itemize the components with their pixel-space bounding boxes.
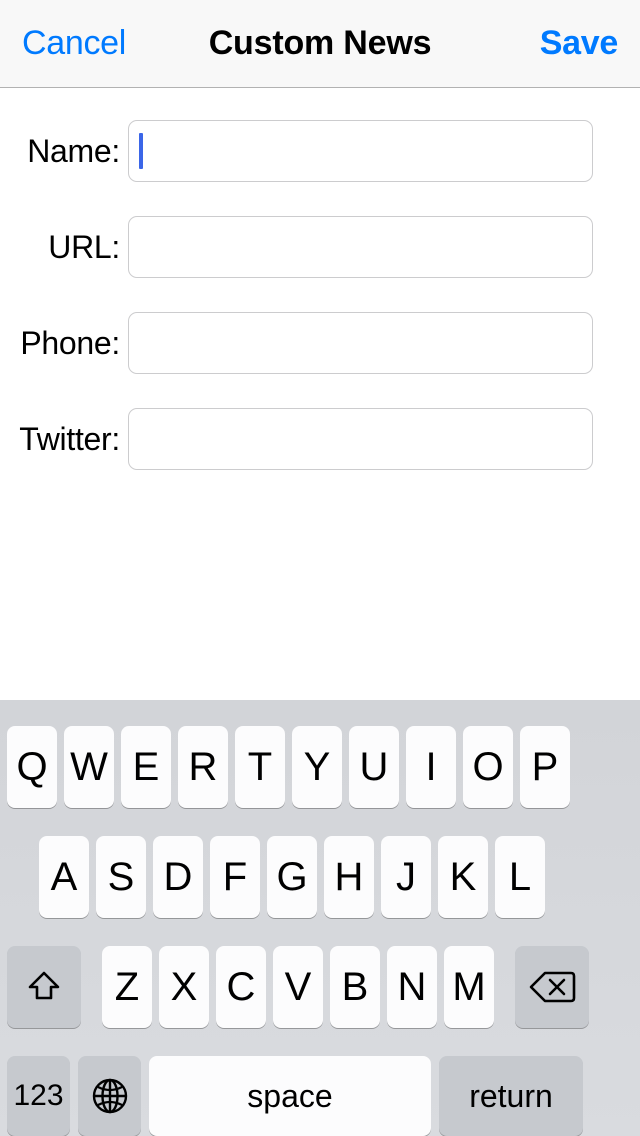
navigation-bar: Cancel Custom News Save [0, 0, 640, 88]
save-button[interactable]: Save [540, 24, 619, 63]
form-row-phone: Phone: [0, 312, 640, 374]
text-cursor [139, 133, 143, 169]
key-B[interactable]: B [330, 946, 380, 1028]
delete-key[interactable] [515, 946, 589, 1028]
shift-key[interactable] [7, 946, 81, 1028]
key-O[interactable]: O [463, 726, 513, 808]
name-input[interactable] [128, 120, 593, 182]
globe-language-icon [88, 1074, 132, 1118]
key-N[interactable]: N [387, 946, 437, 1028]
key-D[interactable]: D [153, 836, 203, 918]
numbers-key[interactable]: 123 [7, 1056, 70, 1136]
key-K[interactable]: K [438, 836, 488, 918]
space-key[interactable]: space [149, 1056, 431, 1136]
key-L[interactable]: L [495, 836, 545, 918]
key-E[interactable]: E [121, 726, 171, 808]
keyboard-row-4: 123 space return [0, 1056, 640, 1136]
keyboard-row-3: Z X C V B N M [0, 946, 640, 1028]
key-J[interactable]: J [381, 836, 431, 918]
shift-arrow-icon [24, 967, 64, 1007]
phone-field-label: Phone: [20, 324, 120, 361]
key-P[interactable]: P [520, 726, 570, 808]
key-T[interactable]: T [235, 726, 285, 808]
key-Q[interactable]: Q [7, 726, 57, 808]
key-X[interactable]: X [159, 946, 209, 1028]
cancel-button[interactable]: Cancel [22, 24, 126, 63]
url-input[interactable] [128, 216, 593, 278]
key-R[interactable]: R [178, 726, 228, 808]
key-V[interactable]: V [273, 946, 323, 1028]
keyboard-row-2: A S D F G H J K L [0, 836, 640, 918]
form-row-url: URL: [0, 216, 640, 278]
key-I[interactable]: I [406, 726, 456, 808]
keyboard-row-1: Q W E R T Y U I O P [0, 726, 640, 808]
key-F[interactable]: F [210, 836, 260, 918]
key-S[interactable]: S [96, 836, 146, 918]
key-Z[interactable]: Z [102, 946, 152, 1028]
language-key[interactable] [78, 1056, 141, 1136]
key-Y[interactable]: Y [292, 726, 342, 808]
key-G[interactable]: G [267, 836, 317, 918]
key-M[interactable]: M [444, 946, 494, 1028]
key-C[interactable]: C [216, 946, 266, 1028]
backspace-delete-icon [528, 969, 576, 1005]
phone-input[interactable] [128, 312, 593, 374]
twitter-input[interactable] [128, 408, 593, 470]
key-U[interactable]: U [349, 726, 399, 808]
name-field-label: Name: [27, 132, 120, 169]
key-A[interactable]: A [39, 836, 89, 918]
key-W[interactable]: W [64, 726, 114, 808]
twitter-field-label: Twitter: [19, 420, 120, 457]
form-row-twitter: Twitter: [0, 408, 640, 470]
return-key[interactable]: return [439, 1056, 583, 1136]
url-field-label: URL: [48, 228, 120, 265]
form-row-name: Name: [0, 120, 640, 182]
app-screen: Cancel Custom News Save Name: URL: Phone… [0, 0, 640, 1136]
key-H[interactable]: H [324, 836, 374, 918]
on-screen-keyboard: Q W E R T Y U I O P A S D F G H J K L Z … [0, 700, 640, 1136]
